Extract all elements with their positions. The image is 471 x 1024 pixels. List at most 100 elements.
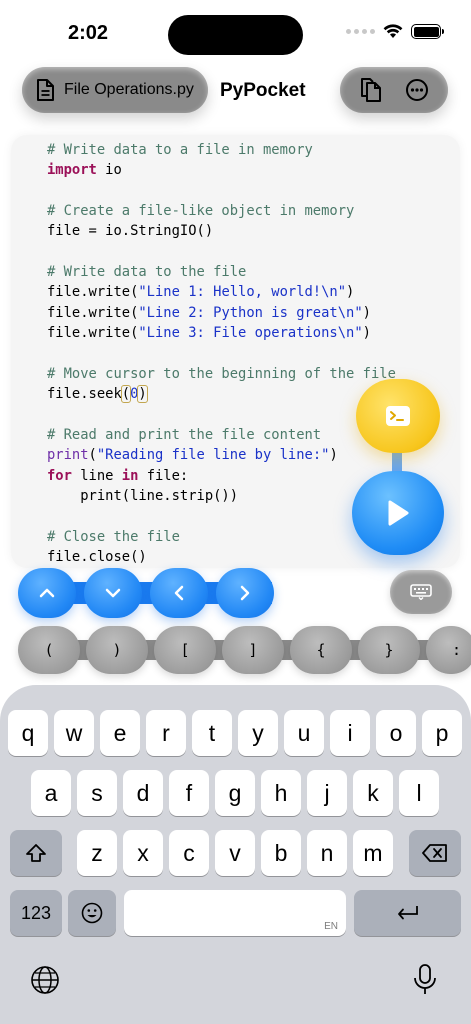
keyboard-language: EN xyxy=(324,921,338,932)
keyboard-icon xyxy=(410,584,432,600)
code-token: # Move cursor to the beginning of the fi… xyxy=(47,365,396,382)
globe-icon xyxy=(31,966,59,994)
key-k[interactable]: k xyxy=(353,770,393,816)
code-line[interactable]: for line in file: xyxy=(47,466,396,486)
delete-key[interactable] xyxy=(409,830,461,876)
wifi-icon xyxy=(383,24,403,38)
key-u[interactable]: u xyxy=(284,710,324,756)
code-token: ) xyxy=(329,447,338,464)
code-line[interactable]: # Create a file-like object in memory xyxy=(47,201,396,221)
code-token: # Write data to a file in memory xyxy=(47,142,313,158)
code-line[interactable]: print("Reading file line by line:") xyxy=(47,445,396,465)
key-d[interactable]: d xyxy=(123,770,163,816)
key-f[interactable]: f xyxy=(169,770,209,816)
app-title: PyPocket xyxy=(220,80,306,101)
cursor-right-button[interactable] xyxy=(216,568,274,618)
symbol-key[interactable]: { xyxy=(290,626,352,674)
status-time: 2:02 xyxy=(68,22,109,44)
key-l[interactable]: l xyxy=(399,770,439,816)
key-v[interactable]: v xyxy=(215,830,255,876)
key-y[interactable]: y xyxy=(238,710,278,756)
code-token: for xyxy=(47,467,72,484)
emoji-key[interactable] xyxy=(68,890,116,936)
code-line[interactable]: file.write("Line 1: Hello, world!\n") xyxy=(47,282,396,302)
copy-button[interactable] xyxy=(355,74,387,106)
code-line[interactable]: # Write data to a file in memory xyxy=(47,140,396,160)
code-line[interactable]: # Move cursor to the beginning of the fi… xyxy=(47,364,396,384)
dictation-button[interactable] xyxy=(412,963,438,1002)
symbol-key[interactable]: ( xyxy=(18,626,80,674)
code-line[interactable]: # Close the file xyxy=(47,527,396,547)
symbol-key[interactable]: ) xyxy=(86,626,148,674)
code-token: file.write( xyxy=(47,325,139,342)
dynamic-island xyxy=(168,15,303,55)
code-token: import xyxy=(47,162,97,179)
key-o[interactable]: o xyxy=(376,710,416,756)
key-g[interactable]: g xyxy=(215,770,255,816)
key-e[interactable]: e xyxy=(100,710,140,756)
code-token: file.write( xyxy=(47,304,139,321)
code-line[interactable]: file.seek(0) xyxy=(47,384,396,404)
code-line[interactable]: print(line.strip()) xyxy=(47,486,396,506)
code-token: ) xyxy=(362,304,371,321)
code-token: "Line 1: Hello, world!\n" xyxy=(138,284,347,301)
return-key[interactable] xyxy=(354,890,461,936)
code-line[interactable] xyxy=(47,506,396,526)
more-button[interactable] xyxy=(401,74,433,106)
code-line[interactable] xyxy=(47,181,396,201)
code-token: "Line 3: File operations\n" xyxy=(138,325,363,342)
space-key[interactable]: EN xyxy=(124,890,346,936)
key-a[interactable]: a xyxy=(31,770,71,816)
file-selector-button[interactable]: File Operations.py xyxy=(22,67,208,113)
code-text[interactable]: # Write data to a file in memory import i… xyxy=(47,140,396,567)
key-x[interactable]: x xyxy=(123,830,163,876)
key-q[interactable]: q xyxy=(8,710,48,756)
code-line[interactable]: file = io.StringIO() xyxy=(47,221,396,241)
code-token: file.close() xyxy=(47,548,147,565)
code-line[interactable]: # Write data to the file xyxy=(47,262,396,282)
symbol-key[interactable]: : xyxy=(426,626,471,674)
shift-key[interactable] xyxy=(10,830,62,876)
code-line[interactable]: file.write("Line 2: Python is great\n") xyxy=(47,303,396,323)
key-j[interactable]: j xyxy=(307,770,347,816)
code-token: line xyxy=(71,467,122,484)
cursor-left-button[interactable] xyxy=(150,568,208,618)
code-line[interactable]: import io xyxy=(47,160,396,180)
key-z[interactable]: z xyxy=(77,830,117,876)
globe-button[interactable] xyxy=(30,965,60,1000)
symbol-key[interactable]: ] xyxy=(222,626,284,674)
symbol-key[interactable]: [ xyxy=(154,626,216,674)
key-m[interactable]: m xyxy=(353,830,393,876)
cursor-up-button[interactable] xyxy=(18,568,76,618)
code-line[interactable] xyxy=(47,404,396,424)
code-line[interactable]: file.close() xyxy=(47,547,396,567)
key-r[interactable]: r xyxy=(146,710,186,756)
cursor-down-button[interactable] xyxy=(84,568,142,618)
key-s[interactable]: s xyxy=(77,770,117,816)
code-token: file: xyxy=(138,467,189,484)
code-token: "Line 2: Python is great\n" xyxy=(138,304,363,321)
code-token: ) xyxy=(346,284,355,301)
terminal-button[interactable] xyxy=(356,379,440,453)
key-c[interactable]: c xyxy=(169,830,209,876)
code-line[interactable] xyxy=(47,343,396,363)
chevron-down-icon xyxy=(105,588,121,598)
code-line[interactable]: # Read and print the file content xyxy=(47,425,396,445)
code-line[interactable] xyxy=(47,242,396,262)
run-button[interactable] xyxy=(352,471,444,555)
key-t[interactable]: t xyxy=(192,710,232,756)
symbol-key[interactable]: } xyxy=(358,626,420,674)
key-p[interactable]: p xyxy=(422,710,462,756)
code-token: io xyxy=(96,162,122,179)
keyboard-toggle-button[interactable] xyxy=(390,570,452,614)
key-i[interactable]: i xyxy=(330,710,370,756)
code-line[interactable]: file.write("Line 3: File operations\n") xyxy=(47,323,396,343)
code-token: file.seek xyxy=(47,386,122,403)
numbers-key[interactable]: 123 xyxy=(10,890,62,936)
key-w[interactable]: w xyxy=(54,710,94,756)
code-token: # Read and print the file content xyxy=(47,426,322,443)
key-h[interactable]: h xyxy=(261,770,301,816)
key-n[interactable]: n xyxy=(307,830,347,876)
code-token: in xyxy=(121,467,139,484)
key-b[interactable]: b xyxy=(261,830,301,876)
